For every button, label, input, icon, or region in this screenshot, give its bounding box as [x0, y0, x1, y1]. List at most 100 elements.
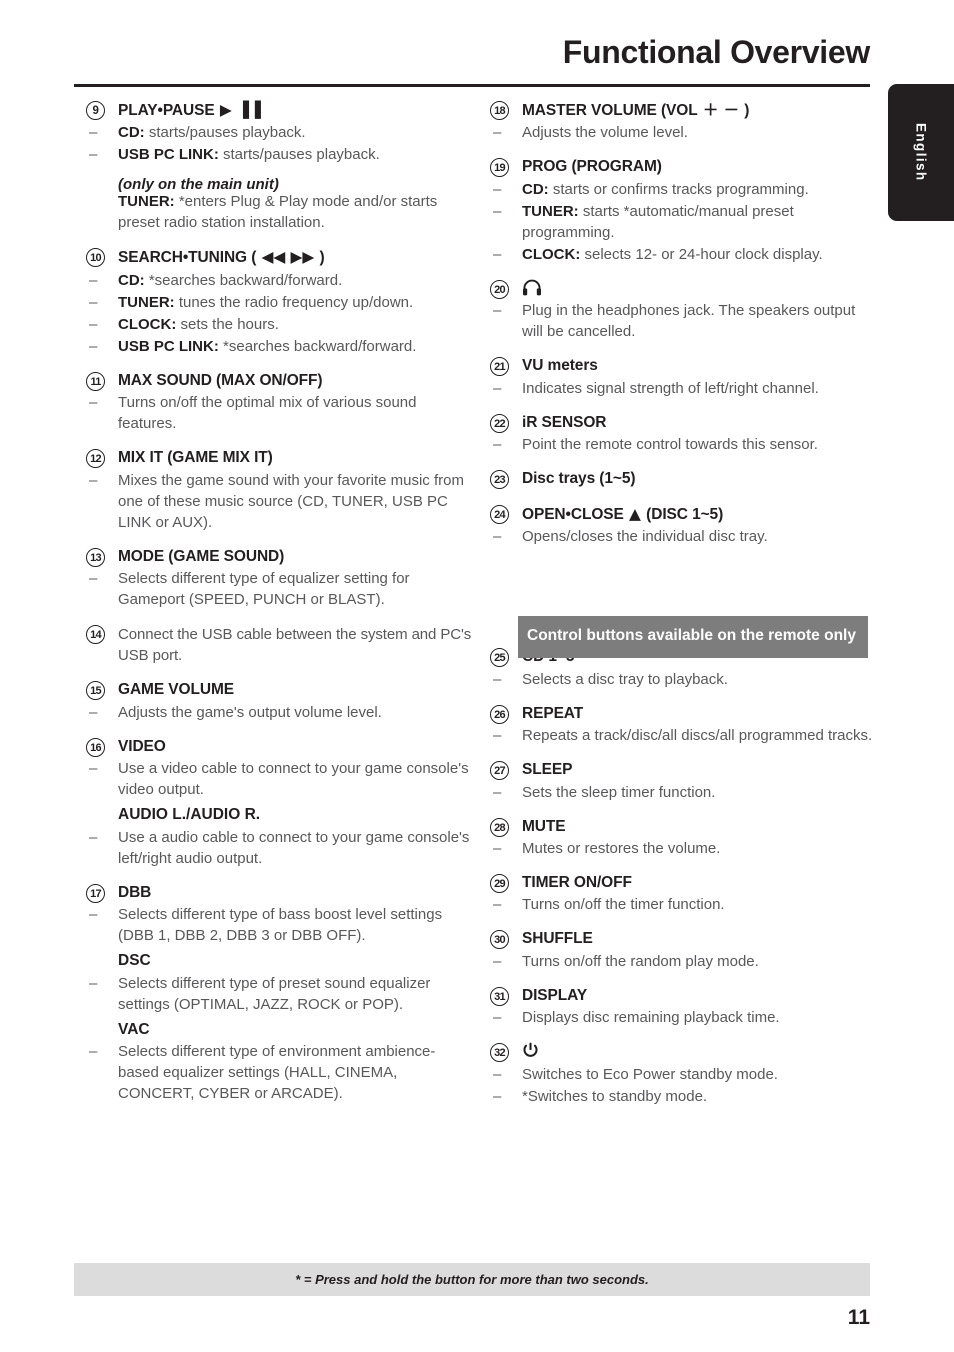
- bullet-text: *searches backward/forward.: [144, 271, 343, 289]
- bullet-dash-icon: –: [493, 670, 502, 688]
- bullet-dash-icon: –: [493, 124, 502, 142]
- bullet-label: CD:: [522, 180, 549, 198]
- entry-heading: 15 GAME VOLUME: [86, 680, 472, 701]
- power-icon: [522, 1042, 539, 1060]
- bullet-line: – Selects different type of preset sound …: [86, 973, 472, 1015]
- overview-entry: 22 iR SENSOR – Point the remote control tow…: [490, 413, 876, 455]
- overview-entry: 12 MIX IT (GAME MIX IT) – Mixes the game so…: [86, 448, 472, 532]
- remote-section-banner: Control buttons available on the remote …: [518, 616, 868, 658]
- page-number: 11: [847, 1306, 870, 1329]
- bullet-label: CD:: [118, 124, 145, 142]
- entry-title-suffix: ): [319, 249, 325, 267]
- bullet-label: USB PC LINK:: [118, 146, 219, 164]
- entry-subheading: VAC: [118, 1020, 150, 1038]
- entry-title-text: MAX SOUND (MAX ON/OFF): [118, 371, 323, 389]
- entry-number-badge: 32: [490, 1043, 509, 1063]
- entry-title-text: MIX IT (GAME MIX IT): [118, 449, 273, 467]
- bullet-dash-icon: –: [493, 727, 502, 745]
- bullet-line: – USB PC LINK: starts/pauses playback.: [86, 144, 472, 165]
- overview-entry: 32 – Switches to Eco Power standby mode. – *…: [490, 1042, 876, 1106]
- bullet-text: *Switches to standby mode.: [522, 1087, 708, 1105]
- entry-title-glyph-icon: ▶ ▐▐: [214, 101, 261, 119]
- entry-title-text: PLAY•PAUSE: [118, 102, 215, 119]
- entry-title-text: MODE (GAME SOUND): [118, 547, 285, 565]
- entry-heading: 9 PLAY•PAUSE ▶ ▐▐: [86, 100, 472, 121]
- left-column: 9 PLAY•PAUSE ▶ ▐▐ – CD: starts/pauses play…: [86, 100, 472, 1118]
- overview-entry: 26 REPEAT – Repeats a track/disc/all discs/…: [490, 704, 876, 746]
- bullet-dash-icon: –: [493, 952, 502, 970]
- bullet-line: – Displays disc remaining playback time.: [490, 1007, 876, 1028]
- bullet-text: Turns on/off the optimal mix of various …: [118, 394, 417, 433]
- bullet-dash-icon: –: [493, 839, 502, 857]
- manual-page: Functional Overview English 9 PLAY•PAUSE …: [0, 0, 954, 1352]
- bullet-line: – *Switches to standby mode.: [490, 1086, 876, 1107]
- bullet-dash-icon: –: [493, 302, 502, 320]
- bullet-dash-icon: –: [89, 124, 98, 142]
- bullet-dash-icon: –: [89, 974, 98, 992]
- overview-entry: 15 GAME VOLUME – Adjusts the game's output …: [86, 680, 472, 722]
- bullet-text: selects 12- or 24-hour clock display.: [580, 245, 823, 263]
- bullet-line: – Adjusts the game's output volume level.: [86, 702, 472, 723]
- bullet-text: Selects different type of environment am…: [118, 1042, 436, 1102]
- entry-number-badge: 17: [86, 883, 105, 903]
- language-tab: English: [888, 84, 954, 221]
- bullet-line: – USB PC LINK: *searches backward/forward…: [86, 336, 472, 357]
- entry-title-glyph-icon: ▲: [623, 504, 647, 523]
- entry-heading: 16 VIDEO: [86, 737, 472, 757]
- entry-number-badge: 24: [490, 504, 509, 524]
- bullet-text: Mutes or restores the volume.: [522, 839, 721, 857]
- bullet-dash-icon: –: [493, 1009, 502, 1027]
- entry-title-glyph-icon: ◀◀ ▶▶: [256, 248, 320, 267]
- bullet-line: – Plug in the headphones jack. The speake…: [490, 300, 876, 342]
- bullet-line: – Adjusts the volume level.: [490, 122, 876, 143]
- entry-number-badge: 14: [86, 625, 105, 645]
- bullet-dash-icon: –: [89, 394, 98, 412]
- entry-title-text: GAME VOLUME: [118, 681, 235, 699]
- entry-number-badge: 28: [490, 817, 509, 837]
- bullet-label: TUNER:: [118, 293, 175, 311]
- entry-number-badge: 20: [490, 279, 509, 299]
- entry-subheading: DSC: [118, 952, 151, 970]
- entry-number-badge: 30: [490, 930, 509, 950]
- entry-paragraph: TUNER: *enters Plug & Play mode and/or s…: [86, 191, 472, 233]
- bullet-text: Displays disc remaining playback time.: [522, 1009, 780, 1027]
- bullet-dash-icon: –: [493, 202, 502, 220]
- overview-entry: 23 Disc trays (1~5): [490, 469, 876, 490]
- entry-number-badge: 15: [86, 681, 105, 701]
- bullet-text: starts/pauses playback.: [218, 146, 380, 164]
- entry-number-badge: 21: [490, 357, 509, 377]
- overview-entry: 17 DBB – Selects different type of bass boo…: [86, 883, 472, 1104]
- overview-entry: 20 – Plug in the headphones jack. The spea…: [490, 279, 876, 342]
- bullet-dash-icon: –: [89, 703, 98, 721]
- bullet-text: Adjusts the game's output volume level.: [118, 703, 382, 721]
- bullet-text: *searches backward/forward.: [218, 337, 417, 355]
- entry-subheading: AUDIO L./AUDIO R.: [118, 806, 261, 824]
- overview-entry: 28 MUTE – Mutes or restores the volume.: [490, 817, 876, 859]
- entry-title-text: VU meters: [522, 357, 598, 375]
- bullet-line: – CD: *searches backward/forward.: [86, 270, 472, 291]
- bullet-dash-icon: –: [89, 315, 98, 333]
- bullet-text: Point the remote control towards this se…: [522, 436, 818, 454]
- entry-number-badge: 27: [490, 761, 509, 781]
- entry-number-badge: 19: [490, 158, 509, 178]
- entry-paragraph-label: TUNER:: [118, 193, 175, 211]
- entry-heading: 28 MUTE: [490, 817, 876, 837]
- entry-heading: 26 REPEAT: [490, 704, 876, 724]
- bullet-dash-icon: –: [493, 180, 502, 198]
- bullet-line: – Sets the sleep timer function.: [490, 782, 876, 803]
- bullet-line: – Mutes or restores the volume.: [490, 838, 876, 859]
- overview-entry: 31 DISPLAY – Displays disc remaining playba…: [490, 986, 876, 1028]
- bullet-line: – Use a video cable to connect to your ga…: [86, 758, 472, 800]
- bullet-text: Use a video cable to connect to your gam…: [118, 760, 469, 799]
- bullet-text: Selects different type of equalizer sett…: [118, 570, 410, 609]
- entry-title-text: MUTE: [522, 817, 566, 835]
- bullet-label: CLOCK:: [118, 315, 177, 333]
- entry-title-suffix: (DISC 1~5): [646, 505, 724, 523]
- bullet-dash-icon: –: [89, 1042, 98, 1060]
- bullet-line: – Selects different type of environment a…: [86, 1041, 472, 1104]
- entry-title-glyph-icon: ＋ －: [697, 101, 745, 119]
- bullet-line: – Switches to Eco Power standby mode.: [490, 1064, 876, 1085]
- overview-entry: 27 SLEEP – Sets the sleep timer function.: [490, 760, 876, 802]
- bullet-dash-icon: –: [493, 1065, 502, 1083]
- entry-heading: 14 Connect the USB cable between the syst…: [86, 624, 472, 666]
